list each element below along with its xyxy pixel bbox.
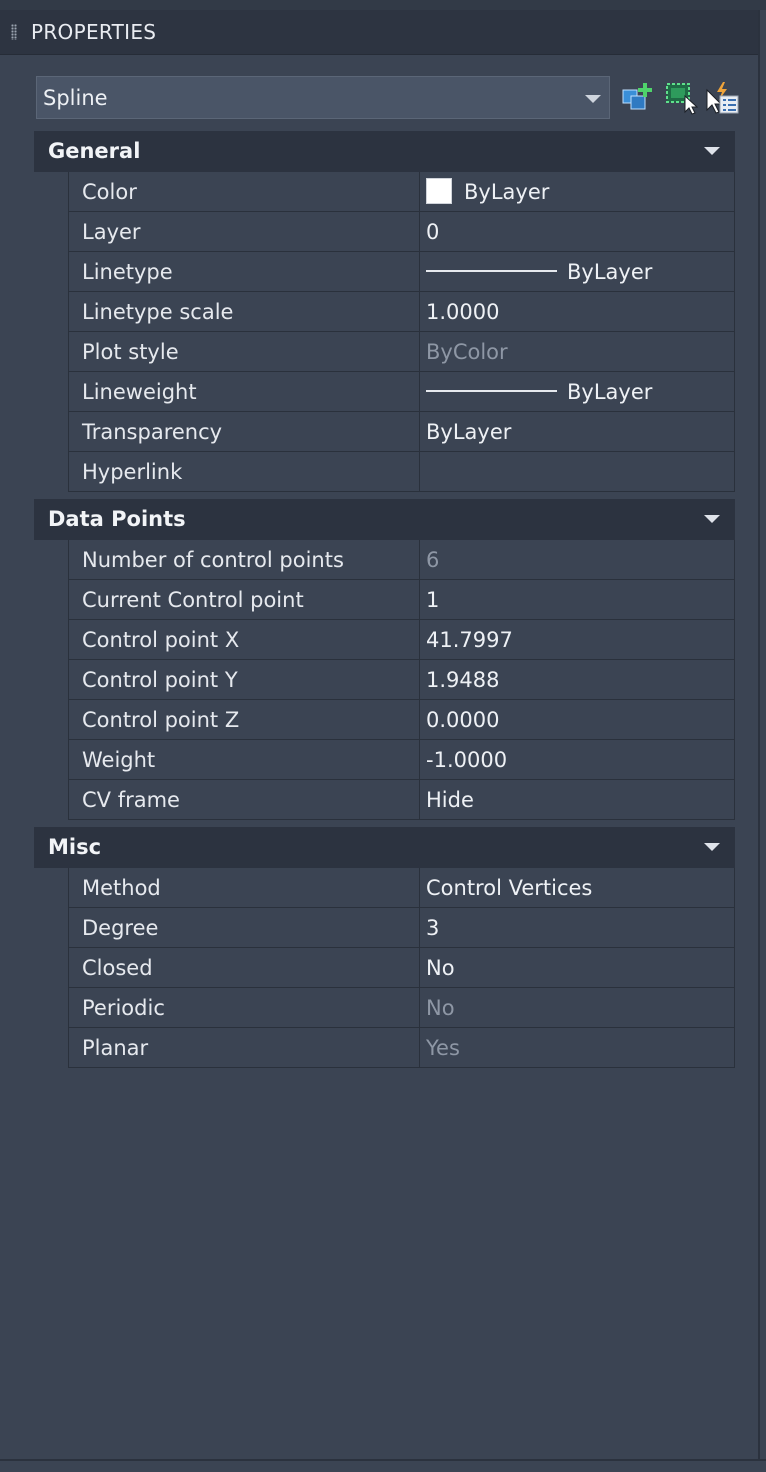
collapse-arrow-icon[interactable] bbox=[704, 515, 720, 523]
property-row-closed[interactable]: Closed No bbox=[68, 948, 735, 988]
property-value-planar: Yes bbox=[426, 1036, 460, 1060]
property-row-layer[interactable]: Layer 0 bbox=[68, 212, 735, 252]
drag-grip-icon[interactable] bbox=[11, 24, 17, 40]
collapse-arrow-icon[interactable] bbox=[704, 843, 720, 851]
property-row-hyperlink[interactable]: Hyperlink bbox=[68, 452, 735, 492]
select-objects-icon bbox=[666, 83, 699, 115]
property-row-method[interactable]: Method Control Vertices bbox=[68, 868, 735, 908]
property-row-control-point-x[interactable]: Control point X 41.7997 bbox=[68, 620, 735, 660]
panel-border bbox=[758, 10, 760, 1460]
property-name: Closed bbox=[69, 948, 420, 987]
property-value-lineweight[interactable]: ByLayer bbox=[420, 372, 734, 411]
property-value-layer[interactable]: 0 bbox=[420, 212, 734, 251]
linetype-preview-icon bbox=[426, 270, 557, 272]
panel-bottom-border bbox=[0, 1459, 766, 1461]
quick-select-button[interactable] bbox=[621, 80, 655, 116]
property-row-control-point-z[interactable]: Control point Z 0.0000 bbox=[68, 700, 735, 740]
property-row-current-control-point[interactable]: Current Control point 1 bbox=[68, 580, 735, 620]
section-header-misc[interactable]: Misc bbox=[34, 827, 735, 868]
property-name: Degree bbox=[69, 908, 420, 947]
property-name: Weight bbox=[69, 740, 420, 779]
property-value-hyperlink[interactable] bbox=[420, 452, 734, 491]
property-row-weight[interactable]: Weight -1.0000 bbox=[68, 740, 735, 780]
section-title: Misc bbox=[48, 835, 102, 859]
property-row-plot-style[interactable]: Plot style ByColor bbox=[68, 332, 735, 372]
property-name: Current Control point bbox=[69, 580, 420, 619]
property-grid-misc: Method Control Vertices Degree 3 Closed … bbox=[68, 868, 735, 1068]
property-row-control-point-y[interactable]: Control point Y 1.9488 bbox=[68, 660, 735, 700]
property-value-plot-style: ByColor bbox=[426, 340, 508, 364]
property-row-number-of-control-points[interactable]: Number of control points 6 bbox=[68, 540, 735, 580]
property-row-cv-frame[interactable]: CV frame Hide bbox=[68, 780, 735, 820]
property-value-text: ByLayer bbox=[567, 380, 653, 404]
property-name: Lineweight bbox=[69, 372, 420, 411]
property-value-text: ByLayer bbox=[464, 180, 550, 204]
property-row-planar[interactable]: Planar Yes bbox=[68, 1028, 735, 1068]
property-name: Layer bbox=[69, 212, 420, 251]
property-name: CV frame bbox=[69, 780, 420, 819]
property-value-transparency[interactable]: ByLayer bbox=[420, 412, 734, 451]
top-strip bbox=[0, 0, 766, 10]
property-grid-general: Color ByLayer Layer 0 Linetype ByLayer L… bbox=[68, 172, 735, 492]
property-value-control-point-x[interactable]: 41.7997 bbox=[420, 620, 734, 659]
toggle-pickadd-button[interactable] bbox=[705, 80, 739, 116]
object-type-value: Spline bbox=[43, 86, 108, 110]
property-name: Control point X bbox=[69, 620, 420, 659]
select-objects-button[interactable] bbox=[664, 80, 699, 116]
property-value-control-point-y[interactable]: 1.9488 bbox=[420, 660, 734, 699]
property-value-text: ByLayer bbox=[567, 260, 653, 284]
property-row-linetype-scale[interactable]: Linetype scale 1.0000 bbox=[68, 292, 735, 332]
section-header-data-points[interactable]: Data Points bbox=[34, 499, 735, 540]
property-value-closed[interactable]: No bbox=[420, 948, 734, 987]
section-header-general[interactable]: General bbox=[34, 131, 735, 172]
property-name: Plot style bbox=[69, 332, 420, 371]
section-title: Data Points bbox=[48, 507, 186, 531]
property-value-weight[interactable]: -1.0000 bbox=[420, 740, 734, 779]
property-value-number-of-control-points: 6 bbox=[426, 548, 440, 572]
property-name: Method bbox=[69, 868, 420, 907]
object-type-dropdown[interactable]: Spline bbox=[36, 76, 610, 119]
property-name: Control point Y bbox=[69, 660, 420, 699]
property-value-current-control-point[interactable]: 1 bbox=[420, 580, 734, 619]
property-row-transparency[interactable]: Transparency ByLayer bbox=[68, 412, 735, 452]
toggle-pickadd-icon bbox=[706, 82, 739, 114]
property-row-periodic[interactable]: Periodic No bbox=[68, 988, 735, 1028]
property-grid-data-points: Number of control points 6 Current Contr… bbox=[68, 540, 735, 820]
property-row-lineweight[interactable]: Lineweight ByLayer bbox=[68, 372, 735, 412]
property-value-color[interactable]: ByLayer bbox=[420, 172, 734, 211]
property-row-color[interactable]: Color ByLayer bbox=[68, 172, 735, 212]
property-name: Linetype scale bbox=[69, 292, 420, 331]
property-value-method[interactable]: Control Vertices bbox=[420, 868, 734, 907]
property-name: Color bbox=[69, 172, 420, 211]
property-name: Planar bbox=[69, 1028, 420, 1067]
property-value-linetype-scale[interactable]: 1.0000 bbox=[420, 292, 734, 331]
property-value-degree[interactable]: 3 bbox=[420, 908, 734, 947]
property-name: Transparency bbox=[69, 412, 420, 451]
property-name: Number of control points bbox=[69, 540, 420, 579]
property-name: Linetype bbox=[69, 252, 420, 291]
property-name: Hyperlink bbox=[69, 452, 420, 491]
property-value-control-point-z[interactable]: 0.0000 bbox=[420, 700, 734, 739]
quick-select-icon bbox=[622, 83, 652, 110]
property-name: Periodic bbox=[69, 988, 420, 1027]
property-row-linetype[interactable]: Linetype ByLayer bbox=[68, 252, 735, 292]
section-title: General bbox=[48, 139, 141, 163]
property-value-cv-frame[interactable]: Hide bbox=[420, 780, 734, 819]
panel-titlebar[interactable]: PROPERTIES bbox=[0, 10, 758, 55]
property-name: Control point Z bbox=[69, 700, 420, 739]
chevron-down-icon bbox=[585, 95, 601, 103]
panel-title: PROPERTIES bbox=[31, 20, 157, 44]
collapse-arrow-icon[interactable] bbox=[704, 147, 720, 155]
property-value-linetype[interactable]: ByLayer bbox=[420, 252, 734, 291]
color-swatch-icon bbox=[426, 178, 452, 204]
lineweight-preview-icon bbox=[426, 390, 557, 392]
property-row-degree[interactable]: Degree 3 bbox=[68, 908, 735, 948]
property-value-periodic: No bbox=[426, 996, 455, 1020]
